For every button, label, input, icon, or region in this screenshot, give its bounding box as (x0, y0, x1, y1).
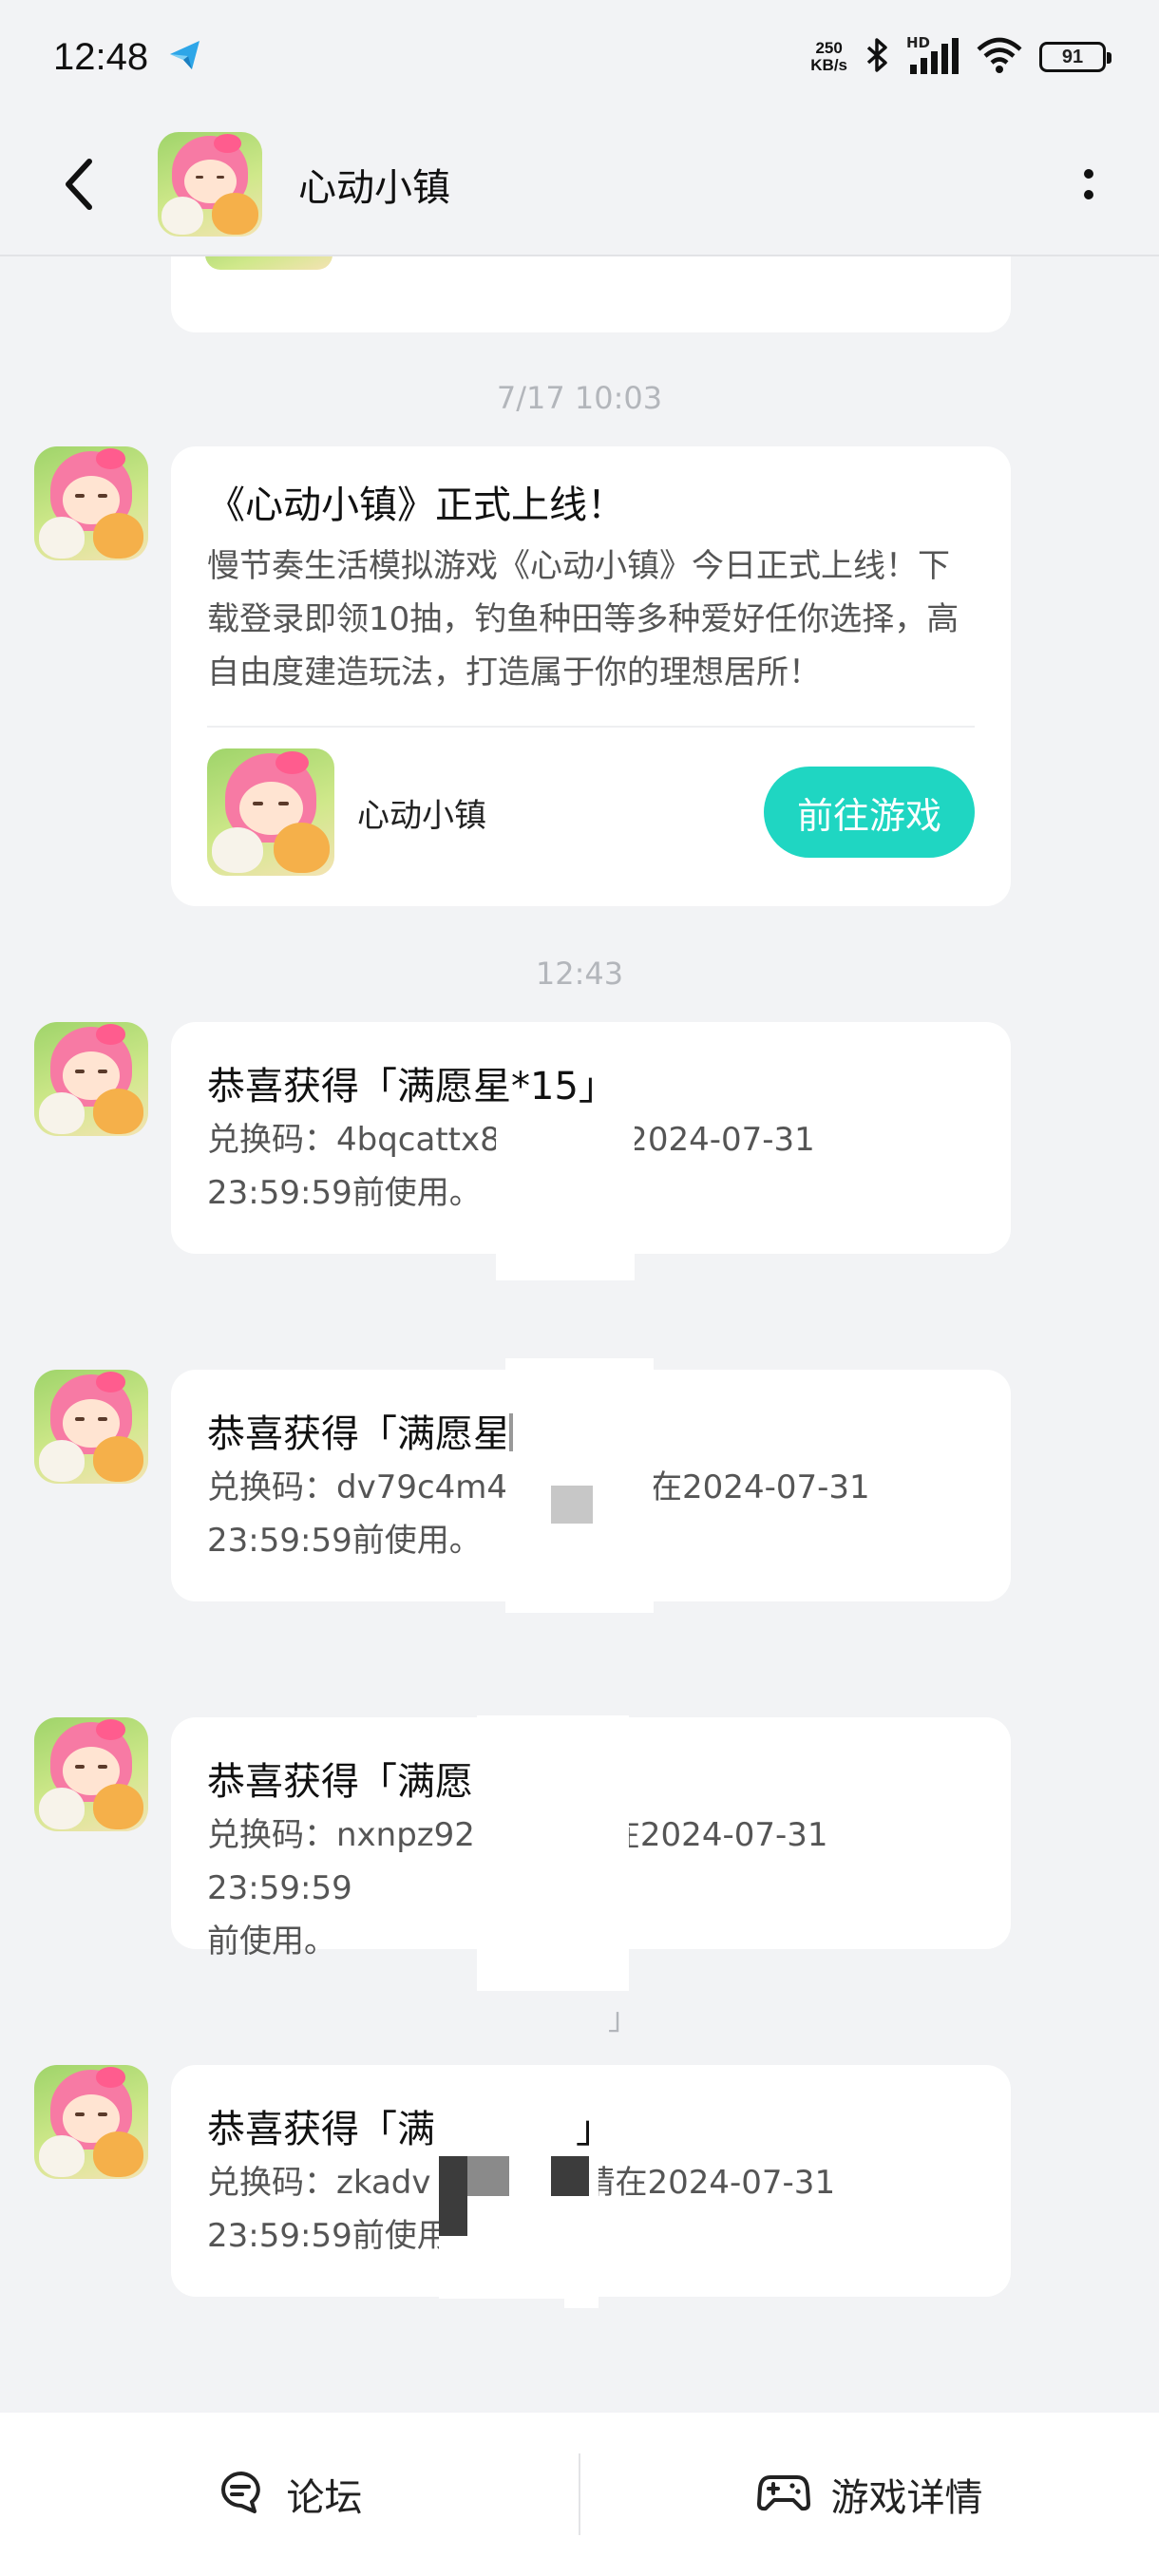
bluetooth-icon (863, 36, 891, 78)
game-card[interactable]: 心动小镇 前往游戏 (207, 748, 975, 876)
expiry-text: 前使用。 (207, 1923, 336, 1960)
app-avatar (205, 256, 332, 270)
back-icon[interactable] (42, 146, 118, 222)
sender-avatar[interactable] (34, 446, 148, 560)
net-speed: 250 KB/s (810, 39, 847, 74)
message-time: 12:43 (535, 956, 624, 992)
forum-label: 论坛 (286, 2476, 363, 2520)
sender-avatar[interactable] (34, 2065, 148, 2179)
game-name: 心动小镇 (357, 796, 486, 835)
pixelated-block (551, 1486, 593, 1524)
redeem-code[interactable]: 兑换码：nxnpz92 (207, 1816, 475, 1854)
message-title: 恭喜获得「满 (207, 2108, 435, 2151)
message-bubble: 《心动小镇》正式上线！ 慢节奏生活模拟游戏《心动小镇》今日正式上线！下载登录即领… (171, 446, 1011, 906)
more-icon[interactable] (1060, 146, 1117, 222)
divider (207, 726, 975, 728)
title-bar: 心动小镇 (0, 114, 1159, 256)
pixelated-block (509, 1413, 513, 1451)
go-to-game-button[interactable]: 前往游戏 (764, 767, 975, 858)
gamepad-icon (756, 2472, 810, 2517)
signal-icon: HD (906, 34, 960, 76)
pixelated-block (551, 2156, 589, 2196)
wifi-icon (975, 36, 1024, 78)
message-body: 慢节奏生活模拟游戏《心动小镇》今日正式上线！下载登录即领10抽，钓鱼种田等多种爱… (207, 547, 960, 691)
expiry-text: 请在2024-07-31 (582, 2164, 836, 2202)
expiry-text: 23:59:59前使用 (207, 2217, 449, 2255)
message-time: 7/17 10:03 (496, 380, 663, 416)
message-list[interactable]: 7/17 10:03 《心动小镇》正式上线！ 慢节奏生活模拟游戏《心动小镇》今日… (0, 256, 1159, 2413)
message-title: 《心动小镇》正式上线！ (207, 483, 625, 527)
status-time: 12:48 (53, 35, 149, 78)
partial-game-card (171, 256, 1011, 332)
bottom-bar: 论坛 游戏详情 (0, 2413, 1159, 2576)
redaction-mask (496, 1119, 635, 1280)
message-time: 」 (608, 2000, 639, 2036)
redeem-code[interactable]: 兑换码：zkadv (207, 2164, 430, 2202)
redaction-mask (477, 1715, 629, 1991)
sender-avatar[interactable] (34, 1717, 148, 1831)
pixelated-block (439, 2156, 467, 2236)
page-title: 心动小镇 (298, 166, 450, 210)
app-avatar[interactable] (158, 132, 262, 237)
expiry-text: 在2024-07-31 (650, 1468, 870, 1506)
sender-avatar[interactable] (34, 1370, 148, 1484)
redeem-code[interactable]: 兑换码：4bqcattx8j (207, 1121, 509, 1159)
forum-tab[interactable]: 论坛 (0, 2413, 579, 2576)
game-details-tab[interactable]: 游戏详情 (580, 2413, 1159, 2576)
expiry-text: 23:59:59前使用。 (207, 1522, 482, 1560)
game-icon (207, 748, 334, 876)
pixelated-block (467, 2156, 509, 2196)
game-details-label: 游戏详情 (830, 2476, 983, 2520)
expiry-text: 23:59:59前使用。 (207, 1174, 482, 1212)
redeem-code[interactable]: 兑换码：dv79c4m4 (207, 1468, 507, 1506)
forum-icon (217, 2468, 266, 2521)
battery-icon: 91 (1039, 42, 1112, 72)
status-bar: 12:48 250 KB/s HD 91 (0, 0, 1159, 114)
sender-avatar[interactable] (34, 1022, 148, 1136)
telegram-icon (167, 37, 203, 77)
message-title: 恭喜获得「满愿星*15」 (207, 1065, 617, 1108)
